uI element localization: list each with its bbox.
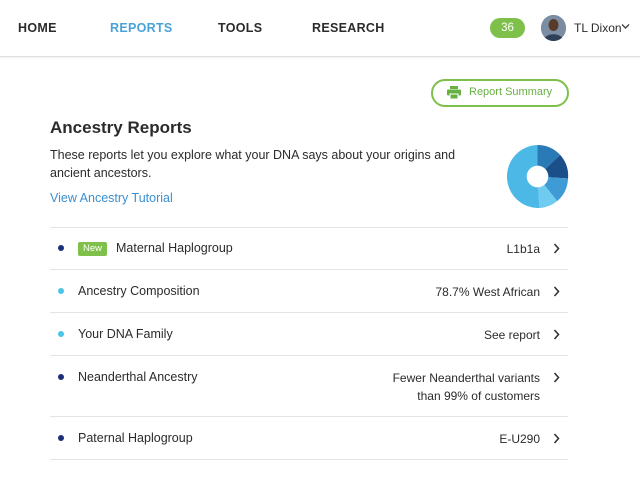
chevron-right-icon	[553, 433, 560, 444]
notification-count-badge[interactable]: 36	[490, 18, 525, 38]
report-row-ancestry-composition[interactable]: Ancestry Composition 78.7% West African	[50, 269, 568, 312]
report-label: Ancestry Composition	[78, 284, 200, 298]
status-dot	[58, 374, 64, 380]
report-label: Neanderthal Ancestry	[78, 370, 198, 384]
reports-list: New Maternal Haplogroup L1b1a Ancestry C…	[50, 227, 568, 460]
report-summary-label: Report Summary	[469, 86, 553, 98]
report-label: Maternal Haplogroup	[116, 241, 233, 255]
nav-reports[interactable]: REPORTS	[110, 21, 173, 35]
report-row-paternal-haplogroup[interactable]: Paternal Haplogroup E-U290	[50, 416, 568, 460]
ancestry-pie-icon	[506, 145, 569, 208]
chevron-right-icon	[553, 243, 560, 254]
report-row-maternal-haplogroup[interactable]: New Maternal Haplogroup L1b1a	[50, 227, 568, 269]
status-dot	[58, 288, 64, 294]
page-description: These reports let you explore what your …	[50, 148, 456, 180]
report-value: See report	[483, 328, 540, 342]
report-row-dna-family[interactable]: Your DNA Family See report	[50, 312, 568, 355]
printer-icon	[447, 86, 461, 99]
report-label: Paternal Haplogroup	[78, 431, 193, 445]
nav-home[interactable]: HOME	[18, 21, 57, 35]
report-value: L1b1a	[506, 242, 540, 256]
report-value: 78.7% West African	[435, 285, 541, 299]
top-navbar: HOME REPORTS TOOLS RESEARCH 36 TL Dixon	[0, 0, 640, 57]
nav-research[interactable]: RESEARCH	[312, 21, 385, 35]
report-value-line2: than 99% of customers	[417, 389, 540, 403]
report-summary-button[interactable]: Report Summary	[431, 79, 569, 107]
chevron-right-icon	[553, 329, 560, 340]
report-row-neanderthal-ancestry[interactable]: Neanderthal Ancestry Fewer Neanderthal v…	[50, 355, 568, 416]
chevron-right-icon	[553, 286, 560, 297]
status-dot	[58, 245, 64, 251]
status-dot	[58, 331, 64, 337]
avatar[interactable]	[541, 15, 566, 41]
report-value: E-U290	[499, 432, 540, 446]
page-title: Ancestry Reports	[50, 118, 192, 137]
nav-tools[interactable]: TOOLS	[218, 21, 262, 35]
user-photo-icon	[541, 15, 566, 41]
chevron-down-icon[interactable]	[621, 23, 630, 30]
user-name[interactable]: TL Dixon	[574, 21, 622, 35]
chevron-right-icon	[553, 372, 560, 383]
report-value-line1: Fewer Neanderthal variants	[392, 371, 540, 385]
status-dot	[58, 435, 64, 441]
view-tutorial-link[interactable]: View Ancestry Tutorial	[50, 191, 173, 205]
report-label: Your DNA Family	[78, 327, 173, 341]
new-badge: New	[78, 242, 108, 256]
